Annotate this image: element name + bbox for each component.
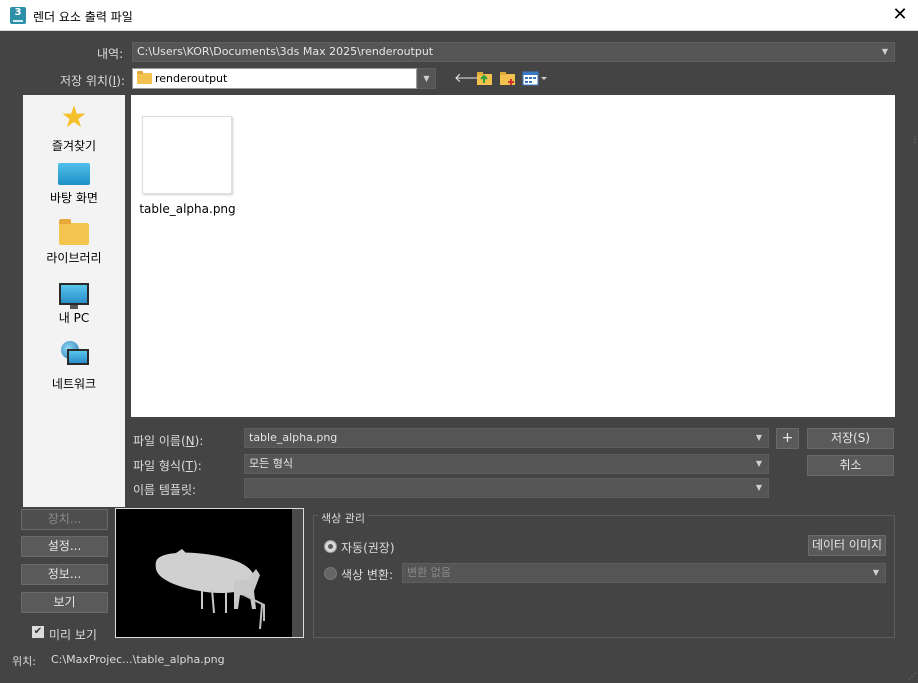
filetype-combo[interactable]: 모든 형식 ▼ <box>244 454 769 474</box>
save-button[interactable]: 저장(S) <box>807 428 894 449</box>
file-thumbnail[interactable] <box>142 116 232 194</box>
add-filename-button[interactable]: + <box>776 428 799 449</box>
chevron-down-icon: ▼ <box>755 433 762 442</box>
chevron-down-icon: ▼ <box>881 47 888 56</box>
chevron-down-icon: ▼ <box>755 459 762 468</box>
star-icon: ★ <box>60 100 88 135</box>
device-button[interactable]: 장치... <box>21 509 108 530</box>
table-render-image <box>155 549 265 630</box>
color-management-title: 색상 관리 <box>318 510 368 526</box>
window-title: 렌더 요소 출력 파일 <box>33 10 133 24</box>
network-icon <box>59 341 89 371</box>
place-libraries[interactable]: 라이브러리 <box>23 219 125 266</box>
data-image-button[interactable]: 데이터 이미지 <box>808 535 886 556</box>
back-arrow-icon[interactable]: 🡐 <box>454 70 489 87</box>
pc-icon <box>59 283 89 309</box>
preview-strip <box>292 509 303 637</box>
name-template-combo[interactable]: ▼ <box>244 478 769 498</box>
close-icon[interactable]: ✕ <box>891 5 909 25</box>
new-folder-icon[interactable] <box>499 70 516 87</box>
color-transform-radio[interactable] <box>324 567 337 580</box>
image-preview <box>115 508 304 638</box>
history-combo[interactable]: C:\Users\KOR\Documents\3ds Max 2025\rend… <box>132 42 895 62</box>
splitter-grip-icon[interactable]: ⋮ <box>911 136 918 144</box>
resize-grip-icon[interactable]: ⋰ <box>908 672 916 681</box>
place-desktop[interactable]: 바탕 화면 <box>23 163 125 206</box>
cancel-button[interactable]: 취소 <box>807 455 894 476</box>
setup-button[interactable]: 설정... <box>21 536 108 557</box>
title-bar: 3 렌더 요소 출력 파일 ✕ <box>0 0 918 31</box>
auto-radio-label: 자동(권장) <box>341 541 395 555</box>
place-favorites[interactable]: ★ 즐겨찾기 <box>23 103 125 154</box>
save-in-combo[interactable]: renderoutput <box>132 68 417 89</box>
filetype-value: 모든 형식 <box>249 457 293 470</box>
library-folder-icon <box>59 219 89 245</box>
preview-checkbox[interactable]: ✔ <box>32 626 44 638</box>
history-value: C:\Users\KOR\Documents\3ds Max 2025\rend… <box>137 45 434 58</box>
app-3dsmax-icon: 3 <box>10 7 26 24</box>
file-name[interactable]: table_alpha.png <box>131 202 244 216</box>
info-button[interactable]: 정보... <box>21 564 108 585</box>
history-label: 내역: <box>97 47 124 61</box>
auto-radio[interactable] <box>324 540 337 553</box>
up-folder-icon[interactable] <box>476 70 493 87</box>
color-transform-value: 변환 없음 <box>407 566 451 579</box>
name-template-label: 이름 템플릿: <box>133 483 197 497</box>
filename-value: table_alpha.png <box>249 431 338 444</box>
chevron-down-icon: ▼ <box>755 483 762 492</box>
folder-icon <box>137 71 152 84</box>
chevron-down-icon: ▼ <box>872 568 879 577</box>
place-this-pc[interactable]: 내 PC <box>23 283 125 326</box>
filename-label: 파일 이름(N): <box>133 434 204 448</box>
desktop-icon <box>58 163 90 185</box>
view-menu-icon[interactable] <box>522 70 548 87</box>
filename-combo[interactable]: table_alpha.png ▼ <box>244 428 769 448</box>
view-button[interactable]: 보기 <box>21 592 108 613</box>
save-in-dropdown-button[interactable]: ▼ <box>417 68 436 89</box>
save-in-label: 저장 위치(I): <box>60 74 125 88</box>
location-value: C:\MaxProjec...\table_alpha.png <box>51 653 225 666</box>
file-list[interactable]: table_alpha.png <box>131 95 895 417</box>
places-bar: ★ 즐겨찾기 바탕 화면 라이브러리 내 PC 네트워크 <box>23 95 125 507</box>
color-transform-label: 색상 변환: <box>341 568 394 582</box>
location-label: 위치: <box>12 655 36 668</box>
filetype-label: 파일 형식(T): <box>133 459 202 473</box>
save-in-value: renderoutput <box>155 72 228 85</box>
place-network[interactable]: 네트워크 <box>23 341 125 392</box>
color-transform-combo[interactable]: 변환 없음 ▼ <box>402 563 886 583</box>
preview-checkbox-label: 미리 보기 <box>49 628 97 642</box>
